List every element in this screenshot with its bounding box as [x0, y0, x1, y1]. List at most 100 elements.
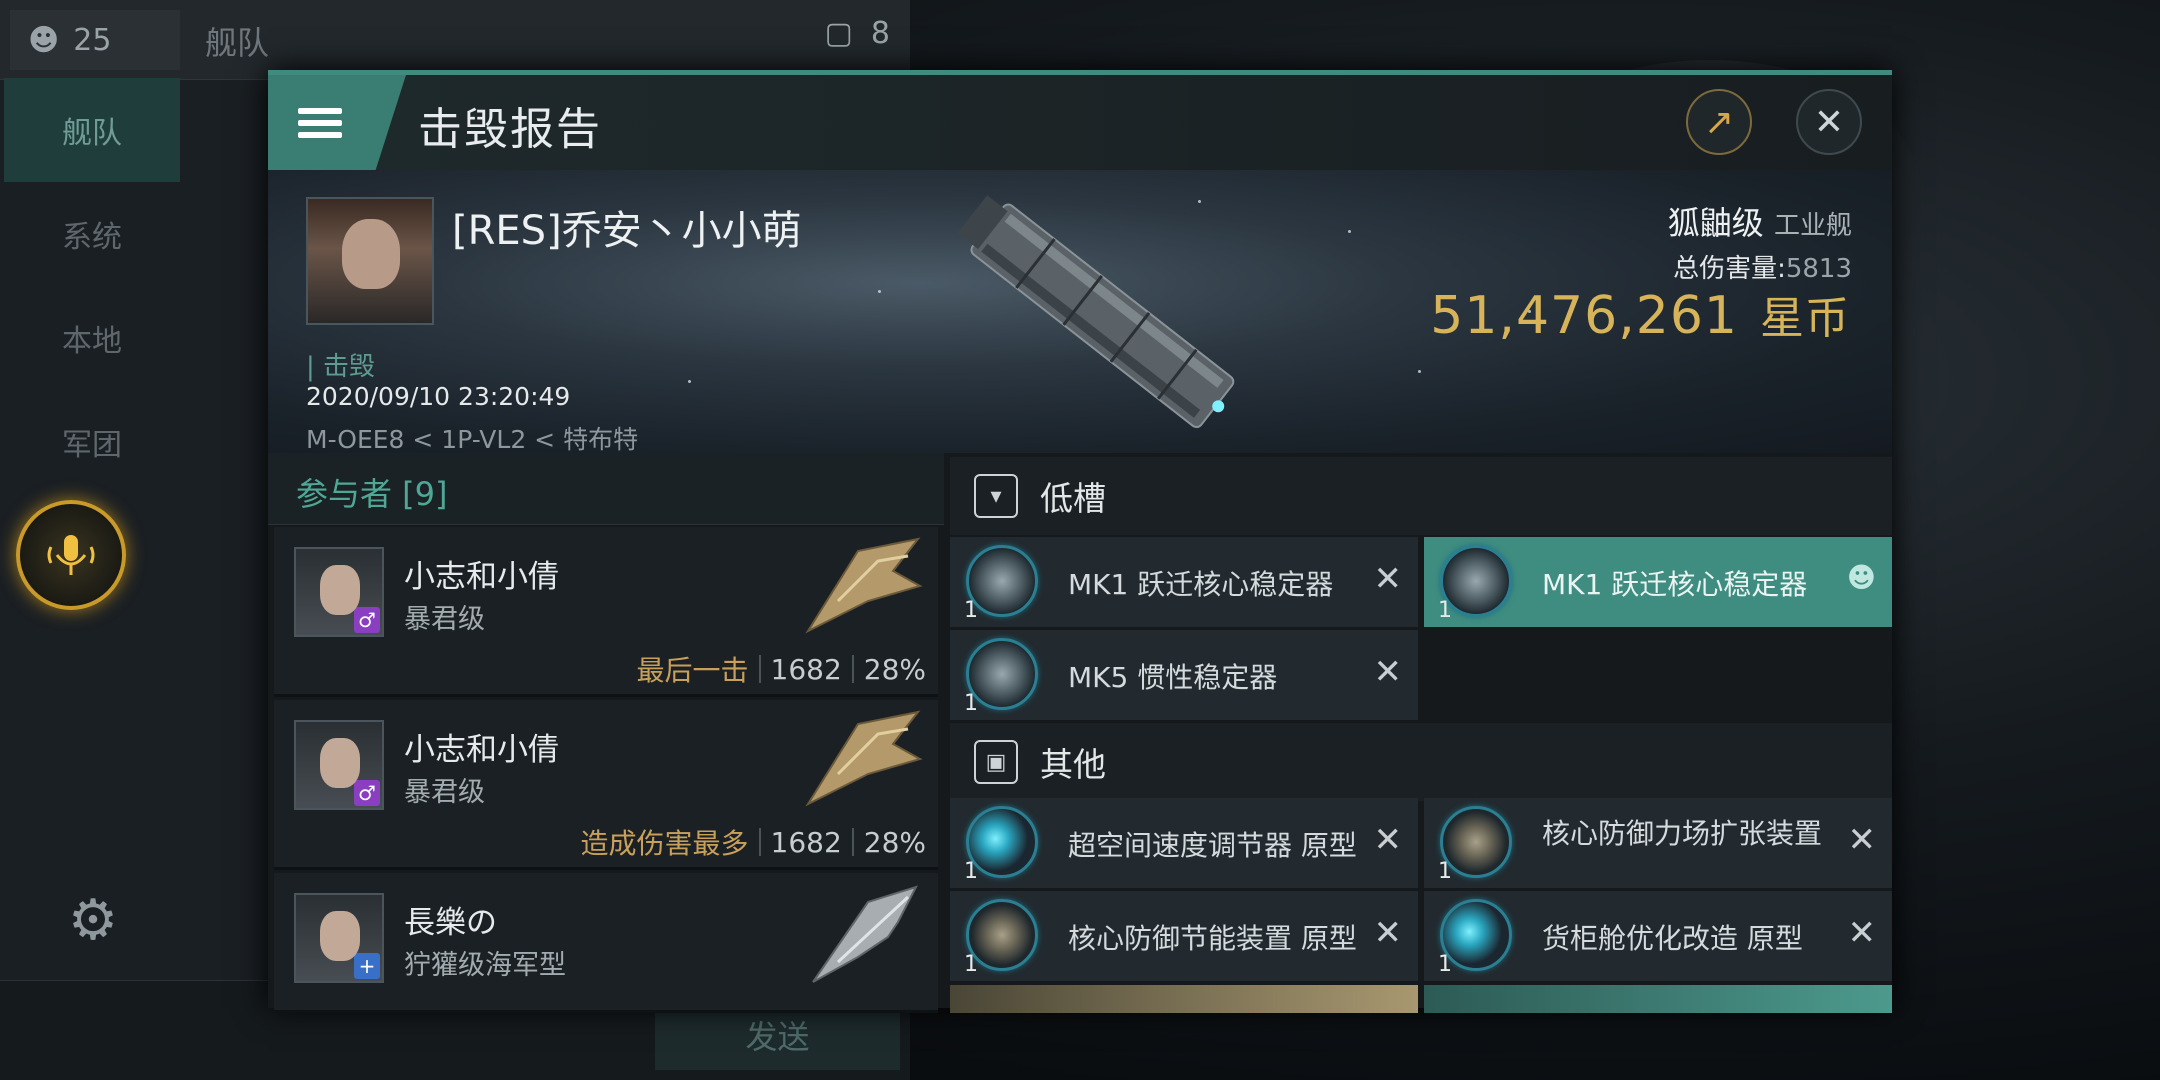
participant-tag: 造成伤害最多: [580, 827, 749, 860]
message-icon: ▢: [824, 16, 853, 51]
stat-divider: [758, 655, 761, 683]
destroyed-icon: ✕: [1373, 820, 1403, 860]
participant-percent: 28%: [863, 652, 926, 686]
participant-name: 小志和小倩: [404, 732, 559, 768]
dialog-title: 击毁报告: [418, 104, 602, 155]
kill-type-marker: |: [306, 352, 324, 382]
total-damage-label: 总伤害量:: [1673, 254, 1786, 284]
participant-ship-image: [805, 710, 923, 807]
participant-row[interactable]: ♂ 小志和小倩 暴君级 造成伤害最多 1682 28%: [274, 700, 938, 870]
gender-icon: ♂: [354, 780, 380, 806]
participant-ship: 暴君级: [404, 604, 485, 635]
low-slot-header: ▾ 低槽: [950, 457, 1892, 535]
dialog-header: 击毁报告 ↗ ✕: [268, 75, 1892, 170]
module-quantity: 1: [964, 859, 978, 884]
low-slot-title: 低槽: [1040, 479, 1106, 518]
participant-avatar[interactable]: ♂: [294, 547, 384, 637]
module-item[interactable]: 1 核心防御力场扩张装置 ✕: [1424, 798, 1892, 888]
victim-banner: [RES]乔安丶小小萌 | 击毁 2020/09/10 23:20:49 M-O…: [268, 170, 1892, 453]
kill-type: | 击毁: [306, 346, 375, 383]
destroyed-icon: ✕: [1373, 913, 1403, 953]
module-name: 货柜舱优化改造 原型: [1542, 922, 1803, 955]
sidebar-item-fleet[interactable]: 舰队: [4, 78, 180, 182]
isk-unit: 星币: [1760, 293, 1850, 344]
module-item[interactable]: 1 货柜舱优化改造 原型 ✕: [1424, 891, 1892, 981]
module-quantity: 1: [964, 952, 978, 977]
module-item[interactable]: [1424, 985, 1892, 1013]
low-slot-icon: ▾: [974, 474, 1018, 518]
participant-avatar[interactable]: ♂: [294, 720, 384, 810]
module-item[interactable]: 1 MK1 跃迁核心稳定器 ✕: [950, 537, 1418, 627]
module-name: 超空间速度调节器 原型: [1068, 829, 1357, 862]
close-icon: ✕: [1813, 101, 1845, 143]
module-name: MK5 惯性稳定器: [1068, 661, 1278, 694]
module-quantity: 1: [964, 598, 978, 623]
ship-class-name: 狐鼬级: [1667, 204, 1764, 242]
close-button[interactable]: ✕: [1796, 89, 1862, 155]
participants-header: 参与者 [9]: [268, 453, 944, 525]
ship-class: 狐鼬级 工业舰: [1668, 198, 1852, 244]
module-item[interactable]: 1 核心防御节能装置 原型 ✕: [950, 891, 1418, 981]
participant-damage: 1682: [770, 825, 842, 859]
other-header: ▣ 其他: [950, 723, 1892, 801]
participant-ship: 狞獾级海军型: [404, 950, 566, 981]
kill-location[interactable]: M-OEE8 < 1P-VL2 < 特布特: [306, 420, 638, 453]
stat-divider: [851, 655, 854, 683]
destroyed-icon: ✕: [1373, 559, 1403, 599]
module-item[interactable]: 1 超空间速度调节器 原型 ✕: [950, 798, 1418, 888]
module-item[interactable]: 1 MK1 跃迁核心稳定器 ☻: [1424, 537, 1892, 627]
share-icon: ↗: [1703, 101, 1735, 143]
person-icon: ☻: [1846, 561, 1876, 594]
victim-ship-image[interactable]: [938, 180, 1268, 450]
module-name: 核心防御力场扩张装置: [1542, 817, 1823, 850]
microphone-button[interactable]: [16, 500, 126, 610]
menu-button[interactable]: [268, 75, 406, 170]
total-damage: 总伤害量:5813: [1673, 248, 1852, 285]
sidebar-item-local[interactable]: 本地: [4, 286, 180, 390]
module-name: MK1 跃迁核心稳定器: [1542, 568, 1808, 601]
participant-name: 小志和小倩: [404, 559, 559, 595]
module-quantity: 1: [964, 691, 978, 716]
share-button[interactable]: ↗: [1686, 89, 1752, 155]
module-item[interactable]: [950, 985, 1418, 1013]
other-title: 其他: [1040, 745, 1106, 784]
channel-title: 舰队: [205, 24, 270, 62]
microphone-icon: [47, 535, 95, 575]
participant-name: 長樂の: [404, 905, 497, 941]
kill-time: 2020/09/10 23:20:49: [306, 382, 571, 411]
gender-icon: ♂: [354, 607, 380, 633]
destroyed-icon: ✕: [1847, 913, 1877, 953]
ship-category: 工业舰: [1773, 211, 1852, 241]
participant-tag: 最后一击: [636, 654, 749, 687]
victim-avatar[interactable]: [306, 197, 434, 325]
participant-row[interactable]: ♂ 小志和小倩 暴君级 最后一击 1682 28%: [274, 527, 938, 697]
message-count[interactable]: ▢ 8: [825, 16, 890, 51]
people-count-value: 25: [73, 22, 112, 58]
victim-name[interactable]: [RES]乔安丶小小萌: [452, 198, 802, 256]
participant-ship: 暴君级: [404, 777, 485, 808]
plus-badge-icon: +: [354, 953, 380, 979]
people-count[interactable]: ☻ 25: [10, 10, 180, 70]
gear-icon[interactable]: ⚙: [58, 886, 128, 956]
participant-avatar[interactable]: +: [294, 893, 384, 983]
message-count-value: 8: [870, 16, 890, 51]
sidebar-item-system[interactable]: 系统: [4, 182, 180, 286]
participant-damage: 1682: [770, 652, 842, 686]
chat-header: ☻ 25 舰队 ▢ 8: [0, 0, 910, 80]
participant-percent: 28%: [863, 825, 926, 859]
kill-report-dialog: 击毁报告 ↗ ✕ [RES]乔安丶小小萌 | 击毁 2020/09/10 23:…: [268, 70, 1892, 1013]
stat-divider: [758, 828, 761, 856]
total-damage-value: 5813: [1785, 254, 1852, 284]
module-item[interactable]: 1 MK5 惯性稳定器 ✕: [950, 630, 1418, 720]
person-icon: ☻: [28, 22, 60, 58]
participant-ship-image: [812, 885, 918, 983]
participant-stats: 最后一击 1682 28%: [636, 649, 926, 689]
participant-row[interactable]: + 長樂の 狞獾级海军型: [274, 873, 938, 1013]
participant-stats: 造成伤害最多 1682 28%: [580, 822, 926, 862]
hamburger-icon: [298, 102, 342, 144]
sidebar-item-corp[interactable]: 军团: [4, 390, 180, 494]
module-name: MK1 跃迁核心稳定器: [1068, 568, 1334, 601]
destroyed-icon: ✕: [1373, 652, 1403, 692]
destroyed-icon: ✕: [1847, 820, 1877, 860]
stat-divider: [851, 828, 854, 856]
